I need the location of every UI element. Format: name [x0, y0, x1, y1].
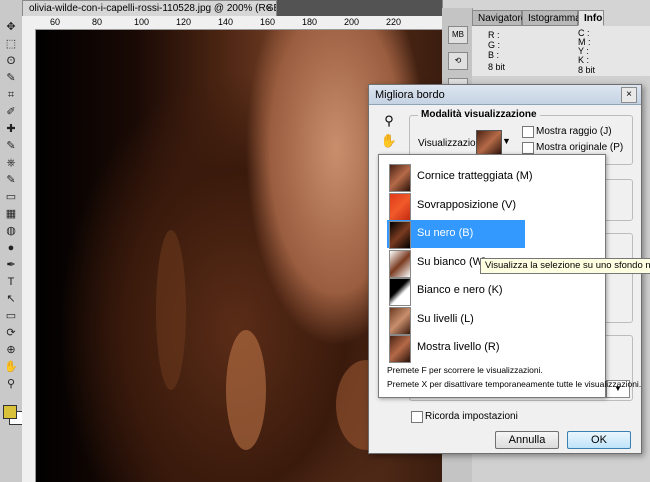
view-mode-thumbnail [389, 335, 411, 363]
view-mode-item[interactable]: Su livelli (L) [387, 306, 525, 335]
ruler-mark: 100 [134, 17, 150, 27]
ruler-mark: 60 [50, 17, 61, 27]
tab-istogramma[interactable]: Istogramma [522, 10, 581, 26]
hand-icon[interactable]: ✋ [379, 133, 399, 153]
ruler-mark: 120 [176, 17, 192, 27]
shape-tool-icon[interactable]: ▭ [2, 309, 20, 324]
info-r-label: R : [488, 30, 500, 40]
hair-highlight [226, 330, 266, 450]
dialog-tools: ⚲ ✋ [379, 113, 399, 153]
hint-cycle-views: Premete F per scorrere le visualizzazion… [387, 365, 543, 375]
view-mode-item[interactable]: Bianco e nero (K) [387, 277, 525, 306]
tab-navigatore[interactable]: Navigatore [472, 10, 526, 26]
show-original-label: Mostra originale (P) [536, 142, 624, 153]
healing-tool-icon[interactable]: ✚ [2, 122, 20, 137]
horizontal-ruler: 60 80 100 120 140 160 180 200 220 [22, 16, 442, 30]
view-mode-thumbnail [389, 249, 411, 278]
move-tool-icon[interactable]: ✥ [2, 20, 20, 35]
view-mode-label: Cornice tratteggiata (M) [417, 170, 533, 182]
zoom-icon[interactable]: ⚲ [379, 113, 399, 133]
view-mode-popup: Premete F per scorrere le visualizzazion… [378, 154, 641, 398]
foreground-color-swatch[interactable] [3, 405, 17, 419]
info-k-label: K : [578, 55, 590, 65]
clone-tool-icon[interactable]: ⎈ [2, 156, 20, 171]
panel-tabs: Navigatore Istogramma Info [472, 10, 650, 26]
view-mode-thumbnail [389, 164, 411, 192]
show-radius-label: Mostra raggio (J) [536, 126, 612, 137]
history-brush-tool-icon[interactable]: ✎ [2, 173, 20, 188]
view-mode-label: Su nero (B) [417, 227, 474, 239]
ruler-mark: 200 [344, 17, 360, 27]
eyedropper-tool-icon[interactable]: ✐ [2, 105, 20, 120]
ruler-mark: 140 [218, 17, 234, 27]
eraser-tool-icon[interactable]: ▭ [2, 190, 20, 205]
dodge-tool-icon[interactable]: ● [2, 241, 20, 256]
document-tab-title: olivia-wilde-con-i-capelli-rossi-110528.… [29, 3, 277, 14]
path-select-tool-icon[interactable]: ↖ [2, 292, 20, 307]
pen-tool-icon[interactable]: ✒ [2, 258, 20, 273]
document-tab[interactable]: olivia-wilde-con-i-capelli-rossi-110528.… [22, 0, 277, 16]
lasso-tool-icon[interactable]: ʘ [2, 54, 20, 69]
info-bits-right: 8 bit [578, 65, 596, 75]
info-bits-left: 8 bit [488, 62, 506, 72]
3d-camera-tool-icon[interactable]: ⊕ [2, 343, 20, 358]
history-icon[interactable]: ⟲ [448, 52, 468, 70]
zoom-tool-icon[interactable]: ⚲ [2, 377, 20, 392]
view-mode-label: Mostra livello (R) [417, 341, 500, 353]
show-original-checkbox[interactable] [522, 142, 534, 154]
hair-strand [156, 230, 186, 390]
view-mode-label: Su livelli (L) [417, 312, 474, 325]
info-g-label: G : [488, 40, 501, 50]
view-mode-thumbnail [389, 306, 411, 335]
mini-bridge-icon[interactable]: MB [448, 26, 468, 44]
ruler-mark: 160 [260, 17, 276, 27]
hint-disable-views: Premete X per disattivare temporaneament… [387, 379, 642, 389]
ruler-mark: 220 [386, 17, 402, 27]
info-b-label: B : [488, 50, 500, 60]
view-dropdown-arrow[interactable]: ▼ [502, 136, 511, 146]
ok-button[interactable]: OK [567, 431, 631, 449]
view-mode-item[interactable]: Sovrapposizione (V) [387, 192, 525, 221]
remember-settings-label: Ricorda impostazioni [425, 411, 518, 422]
gradient-tool-icon[interactable]: ▦ [2, 207, 20, 222]
vertical-ruler [22, 29, 36, 482]
cancel-button[interactable]: Annulla [495, 431, 559, 449]
type-tool-icon[interactable]: T [2, 275, 20, 290]
tab-info[interactable]: Info [578, 10, 604, 26]
view-mode-item[interactable]: Mostra livello (R) [387, 334, 525, 363]
quick-select-tool-icon[interactable]: ✎ [2, 71, 20, 86]
view-mode-thumbnail [389, 221, 411, 249]
marquee-tool-icon[interactable]: ⬚ [2, 37, 20, 52]
blur-tool-icon[interactable]: ◍ [2, 224, 20, 239]
view-mode-label: Bianco e nero (K) [417, 284, 503, 296]
remember-settings-checkbox[interactable] [411, 411, 423, 423]
view-mode-thumbnail [389, 278, 411, 306]
view-thumbnail[interactable] [476, 130, 502, 156]
view-mode-item[interactable]: Su nero (B) [387, 220, 525, 249]
tooltip: Visualizza la selezione su uno sfondo ne… [480, 258, 650, 274]
brush-tool-icon[interactable]: ✎ [2, 139, 20, 154]
show-radius-checkbox[interactable] [522, 126, 534, 138]
view-mode-item[interactable]: Cornice tratteggiata (M) [387, 163, 533, 192]
view-mode-group-title: Modalità visualizzazione [418, 109, 540, 120]
close-icon[interactable]: × [266, 1, 272, 16]
ruler-mark: 180 [302, 17, 318, 27]
3d-rotate-tool-icon[interactable]: ⟳ [2, 326, 20, 341]
hand-tool-icon[interactable]: ✋ [2, 360, 20, 375]
crop-tool-icon[interactable]: ⌗ [2, 88, 20, 103]
dialog-title: Migliora bordo [369, 85, 641, 105]
view-mode-label: Su bianco (W) [417, 255, 487, 268]
dialog-close-icon[interactable]: × [621, 87, 637, 103]
info-panel: R : G : B : 8 bit C : M : Y : K : 8 bit [472, 26, 650, 76]
ruler-mark: 80 [92, 17, 103, 27]
view-mode-thumbnail [389, 192, 411, 221]
view-mode-label: Sovrapposizione (V) [417, 198, 517, 211]
